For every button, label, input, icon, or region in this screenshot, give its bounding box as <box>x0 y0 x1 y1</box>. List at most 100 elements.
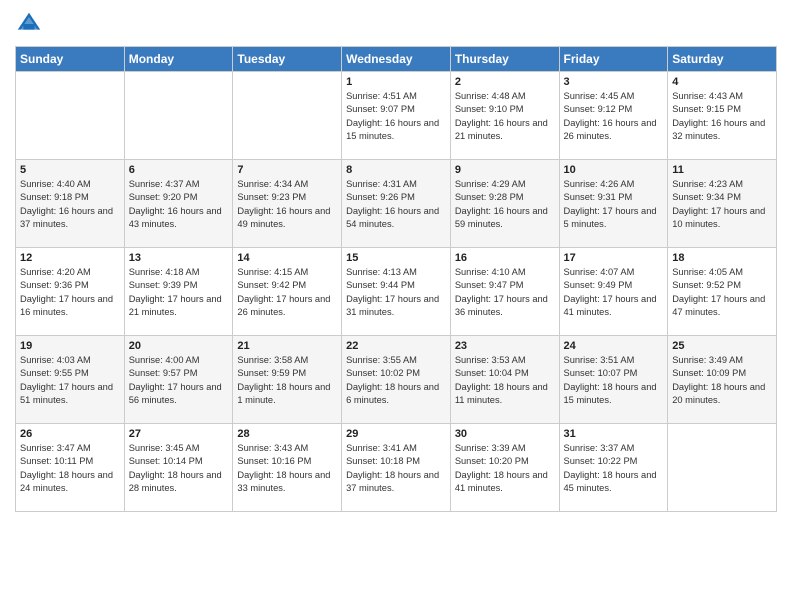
day-info: Sunrise: 4:05 AMSunset: 9:52 PMDaylight:… <box>672 266 772 320</box>
day-info: Sunrise: 4:13 AMSunset: 9:44 PMDaylight:… <box>346 266 446 320</box>
weekday-header-tuesday: Tuesday <box>233 47 342 72</box>
page: SundayMondayTuesdayWednesdayThursdayFrid… <box>0 0 792 612</box>
day-info: Sunrise: 3:47 AMSunset: 10:11 PMDaylight… <box>20 442 120 496</box>
day-cell: 22 Sunrise: 3:55 AMSunset: 10:02 PMDaylig… <box>342 336 451 424</box>
day-info: Sunrise: 4:43 AMSunset: 9:15 PMDaylight:… <box>672 90 772 144</box>
day-info: Sunrise: 4:20 AMSunset: 9:36 PMDaylight:… <box>20 266 120 320</box>
weekday-header-friday: Friday <box>559 47 668 72</box>
day-cell: 8 Sunrise: 4:31 AMSunset: 9:26 PMDaylight… <box>342 160 451 248</box>
day-cell: 20 Sunrise: 4:00 AMSunset: 9:57 PMDayligh… <box>124 336 233 424</box>
week-row-5: 26 Sunrise: 3:47 AMSunset: 10:11 PMDaylig… <box>16 424 777 512</box>
weekday-header-sunday: Sunday <box>16 47 125 72</box>
day-cell: 11 Sunrise: 4:23 AMSunset: 9:34 PMDayligh… <box>668 160 777 248</box>
logo <box>15 10 47 38</box>
day-number: 2 <box>455 76 555 88</box>
day-info: Sunrise: 4:31 AMSunset: 9:26 PMDaylight:… <box>346 178 446 232</box>
day-info: Sunrise: 3:49 AMSunset: 10:09 PMDaylight… <box>672 354 772 408</box>
day-number: 10 <box>564 164 664 176</box>
day-cell: 6Sunrise: 4:37 AMSunset: 9:20 PMDaylight… <box>124 160 233 248</box>
day-number: 29 <box>346 428 446 440</box>
day-cell: 17Sunrise: 4:07 AMSunset: 9:49 PMDayligh… <box>559 248 668 336</box>
day-info: Sunrise: 4:03 AMSunset: 9:55 PMDaylight:… <box>20 354 120 408</box>
day-info: Sunrise: 4:23 AMSunset: 9:34 PMDaylight:… <box>672 178 772 232</box>
day-cell: 9 Sunrise: 4:29 AMSunset: 9:28 PMDaylight… <box>450 160 559 248</box>
day-number: 30 <box>455 428 555 440</box>
day-number: 26 <box>20 428 120 440</box>
logo-icon <box>15 10 43 38</box>
day-cell: 24Sunrise: 3:51 AMSunset: 10:07 PMDaylig… <box>559 336 668 424</box>
day-info: Sunrise: 4:10 AMSunset: 9:47 PMDaylight:… <box>455 266 555 320</box>
day-cell: 19 Sunrise: 4:03 AMSunset: 9:55 PMDayligh… <box>16 336 125 424</box>
day-number: 27 <box>129 428 229 440</box>
day-number: 13 <box>129 252 229 264</box>
day-cell: 13 Sunrise: 4:18 AMSunset: 9:39 PMDayligh… <box>124 248 233 336</box>
day-cell: 7 Sunrise: 4:34 AMSunset: 9:23 PMDaylight… <box>233 160 342 248</box>
day-number: 22 <box>346 340 446 352</box>
day-number: 16 <box>455 252 555 264</box>
day-info: Sunrise: 4:51 AMSunset: 9:07 PMDaylight:… <box>346 90 446 144</box>
day-cell: 3Sunrise: 4:45 AMSunset: 9:12 PMDaylight… <box>559 72 668 160</box>
day-info: Sunrise: 4:48 AMSunset: 9:10 PMDaylight:… <box>455 90 555 144</box>
day-cell: 30 Sunrise: 3:39 AMSunset: 10:20 PMDaylig… <box>450 424 559 512</box>
day-number: 20 <box>129 340 229 352</box>
day-info: Sunrise: 4:00 AMSunset: 9:57 PMDaylight:… <box>129 354 229 408</box>
day-number: 6 <box>129 164 229 176</box>
week-row-4: 19 Sunrise: 4:03 AMSunset: 9:55 PMDayligh… <box>16 336 777 424</box>
day-cell: 4 Sunrise: 4:43 AMSunset: 9:15 PMDaylight… <box>668 72 777 160</box>
day-number: 25 <box>672 340 772 352</box>
calendar-table: SundayMondayTuesdayWednesdayThursdayFrid… <box>15 46 777 512</box>
day-number: 4 <box>672 76 772 88</box>
weekday-header-row: SundayMondayTuesdayWednesdayThursdayFrid… <box>16 47 777 72</box>
day-number: 9 <box>455 164 555 176</box>
day-info: Sunrise: 3:58 AMSunset: 9:59 PMDaylight:… <box>237 354 337 408</box>
header <box>15 10 777 38</box>
day-number: 11 <box>672 164 772 176</box>
day-number: 1 <box>346 76 446 88</box>
day-number: 28 <box>237 428 337 440</box>
day-info: Sunrise: 4:34 AMSunset: 9:23 PMDaylight:… <box>237 178 337 232</box>
week-row-3: 12Sunrise: 4:20 AMSunset: 9:36 PMDayligh… <box>16 248 777 336</box>
day-info: Sunrise: 4:29 AMSunset: 9:28 PMDaylight:… <box>455 178 555 232</box>
day-cell: 18 Sunrise: 4:05 AMSunset: 9:52 PMDayligh… <box>668 248 777 336</box>
day-cell: 27Sunrise: 3:45 AMSunset: 10:14 PMDaylig… <box>124 424 233 512</box>
day-number: 24 <box>564 340 664 352</box>
day-cell: 14Sunrise: 4:15 AMSunset: 9:42 PMDayligh… <box>233 248 342 336</box>
day-info: Sunrise: 3:37 AMSunset: 10:22 PMDaylight… <box>564 442 664 496</box>
week-row-1: 1 Sunrise: 4:51 AMSunset: 9:07 PMDaylight… <box>16 72 777 160</box>
day-number: 17 <box>564 252 664 264</box>
day-number: 23 <box>455 340 555 352</box>
day-number: 7 <box>237 164 337 176</box>
day-info: Sunrise: 3:55 AMSunset: 10:02 PMDaylight… <box>346 354 446 408</box>
day-cell: 25 Sunrise: 3:49 AMSunset: 10:09 PMDaylig… <box>668 336 777 424</box>
day-number: 5 <box>20 164 120 176</box>
day-info: Sunrise: 4:15 AMSunset: 9:42 PMDaylight:… <box>237 266 337 320</box>
day-number: 31 <box>564 428 664 440</box>
day-info: Sunrise: 4:26 AMSunset: 9:31 PMDaylight:… <box>564 178 664 232</box>
day-cell: 2 Sunrise: 4:48 AMSunset: 9:10 PMDaylight… <box>450 72 559 160</box>
day-cell: 23Sunrise: 3:53 AMSunset: 10:04 PMDaylig… <box>450 336 559 424</box>
day-cell: 26 Sunrise: 3:47 AMSunset: 10:11 PMDaylig… <box>16 424 125 512</box>
day-cell: 16 Sunrise: 4:10 AMSunset: 9:47 PMDayligh… <box>450 248 559 336</box>
weekday-header-saturday: Saturday <box>668 47 777 72</box>
day-cell <box>233 72 342 160</box>
day-number: 8 <box>346 164 446 176</box>
day-cell <box>668 424 777 512</box>
day-info: Sunrise: 3:41 AMSunset: 10:18 PMDaylight… <box>346 442 446 496</box>
weekday-header-wednesday: Wednesday <box>342 47 451 72</box>
week-row-2: 5 Sunrise: 4:40 AMSunset: 9:18 PMDaylight… <box>16 160 777 248</box>
day-cell: 5 Sunrise: 4:40 AMSunset: 9:18 PMDaylight… <box>16 160 125 248</box>
day-cell: 10 Sunrise: 4:26 AMSunset: 9:31 PMDayligh… <box>559 160 668 248</box>
day-cell: 12Sunrise: 4:20 AMSunset: 9:36 PMDayligh… <box>16 248 125 336</box>
day-cell: 29 Sunrise: 3:41 AMSunset: 10:18 PMDaylig… <box>342 424 451 512</box>
day-info: Sunrise: 4:18 AMSunset: 9:39 PMDaylight:… <box>129 266 229 320</box>
day-info: Sunrise: 4:40 AMSunset: 9:18 PMDaylight:… <box>20 178 120 232</box>
day-cell <box>124 72 233 160</box>
day-cell: 28 Sunrise: 3:43 AMSunset: 10:16 PMDaylig… <box>233 424 342 512</box>
day-number: 18 <box>672 252 772 264</box>
day-cell: 15Sunrise: 4:13 AMSunset: 9:44 PMDayligh… <box>342 248 451 336</box>
day-cell: 21Sunrise: 3:58 AMSunset: 9:59 PMDayligh… <box>233 336 342 424</box>
weekday-header-monday: Monday <box>124 47 233 72</box>
day-info: Sunrise: 3:39 AMSunset: 10:20 PMDaylight… <box>455 442 555 496</box>
day-number: 19 <box>20 340 120 352</box>
day-info: Sunrise: 3:43 AMSunset: 10:16 PMDaylight… <box>237 442 337 496</box>
